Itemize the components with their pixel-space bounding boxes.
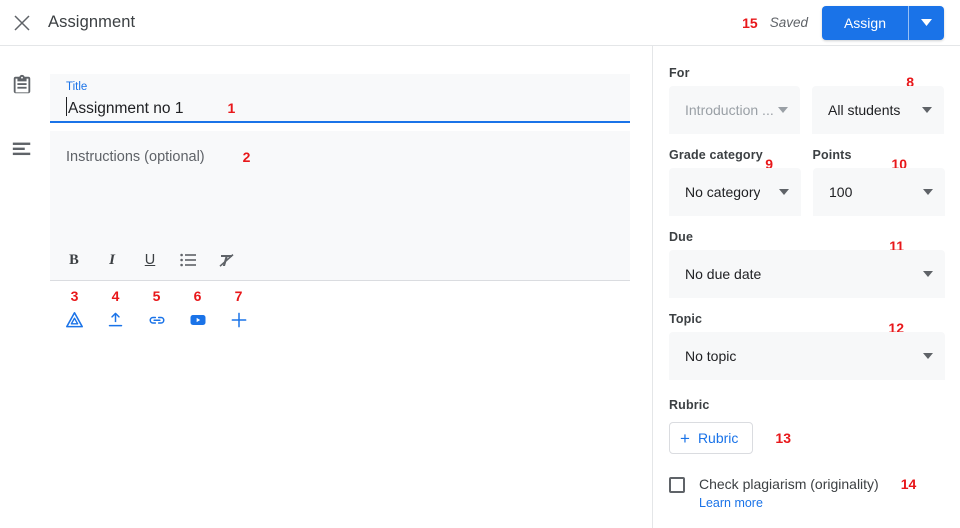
chevron-down-icon (923, 187, 933, 197)
description-lines-icon (12, 142, 31, 156)
topic-section: Topic 12 No topic (669, 312, 945, 380)
upload-file-button[interactable] (95, 305, 136, 335)
text-cursor (66, 97, 67, 116)
points-select[interactable]: 100 (813, 168, 945, 216)
chevron-down-icon (922, 105, 932, 115)
add-link-button[interactable] (136, 305, 177, 335)
instructions-field[interactable]: Instructions (optional) 2 B I U (50, 131, 630, 281)
underline-button[interactable]: U (138, 248, 162, 272)
sidebar-item-assignment[interactable] (11, 74, 33, 101)
plagiarism-section: Check plagiarism (originality) 14 Learn … (669, 476, 944, 512)
title-label: Title (66, 81, 88, 93)
title-input-value: Assignment no 1 (68, 100, 184, 117)
points-value: 100 (829, 184, 853, 200)
bold-button[interactable]: B (62, 248, 86, 272)
plus-icon (231, 312, 246, 328)
class-select[interactable]: Introduction ... (669, 86, 800, 134)
assign-button-group: Assign (821, 5, 944, 40)
link-icon (149, 316, 164, 324)
plus-icon: + (680, 428, 690, 448)
topic-value: No topic (685, 348, 737, 364)
top-app-bar: Assignment 15 Saved Assign (0, 0, 960, 46)
rubric-section: Rubric + Rubric 13 (669, 398, 944, 454)
due-date-select[interactable]: No due date (669, 250, 945, 298)
chevron-down-icon (923, 269, 933, 279)
top-bar-actions: 15 Saved Assign (742, 5, 960, 40)
instructions-placeholder: Instructions (optional) (66, 149, 205, 165)
grade-category-label: Grade category (669, 148, 763, 162)
attachment-markers: 3 4 5 6 7 (50, 288, 630, 304)
marker-3: 3 (70, 288, 79, 304)
google-drive-icon (66, 311, 83, 327)
marker-13: 13 (775, 430, 791, 446)
rich-text-toolbar: B I U (62, 248, 238, 272)
create-button[interactable] (218, 305, 259, 335)
upload-icon (108, 312, 123, 326)
close-button[interactable] (4, 5, 40, 41)
grading-section: Grade category Points 9 No category 10 1… (669, 148, 945, 216)
attachment-toolbar (50, 305, 630, 335)
assignment-form-main: Title Assignment no 1 1 Instructions (op… (44, 46, 652, 528)
add-rubric-button[interactable]: + Rubric (669, 422, 754, 454)
add-drive-button[interactable] (54, 305, 95, 335)
page-title: Assignment (48, 13, 136, 31)
marker-15: 15 (742, 14, 758, 31)
grade-category-select[interactable]: No category (669, 168, 801, 216)
clear-formatting-button[interactable] (214, 248, 238, 272)
chevron-down-icon (923, 351, 933, 361)
chevron-down-icon (779, 187, 789, 197)
marker-5: 5 (152, 288, 161, 304)
youtube-icon (190, 315, 205, 325)
saved-status: Saved (769, 15, 808, 30)
marker-6: 6 (193, 288, 202, 304)
marker-1: 1 (227, 100, 236, 116)
plagiarism-checkbox[interactable] (669, 477, 685, 493)
marker-2: 2 (242, 149, 251, 165)
list-icon (179, 253, 196, 267)
title-field[interactable]: Title Assignment no 1 1 (50, 74, 630, 123)
close-icon (14, 14, 30, 31)
plagiarism-label: Check plagiarism (originality) (699, 476, 879, 492)
marker-4: 4 (111, 288, 120, 304)
for-label: For (669, 66, 690, 80)
assign-button[interactable]: Assign (822, 6, 908, 40)
grade-category-value: No category (685, 184, 761, 200)
sidebar-item-description[interactable] (11, 139, 33, 164)
learn-more-link[interactable]: Learn more (699, 495, 763, 512)
italic-button[interactable]: I (100, 248, 124, 272)
class-select-value: Introduction ... (685, 102, 774, 118)
bulleted-list-button[interactable] (176, 248, 200, 272)
assignment-clipboard-icon (13, 74, 31, 94)
topic-select[interactable]: No topic (669, 332, 945, 380)
chevron-down-icon (921, 19, 932, 26)
assignment-settings-panel: For Introduction ... 8 All students Grad… (652, 46, 960, 528)
left-icon-rail (0, 46, 44, 528)
chevron-down-icon (778, 105, 788, 115)
points-label: Points (812, 148, 852, 162)
marker-7: 7 (234, 288, 243, 304)
for-section: For Introduction ... 8 All students (669, 66, 944, 134)
clear-format-icon (218, 253, 234, 267)
students-select[interactable]: All students (812, 86, 944, 134)
due-date-value: No due date (685, 266, 762, 282)
students-select-value: All students (828, 102, 901, 118)
marker-14: 14 (900, 476, 917, 492)
assign-menu-button[interactable] (908, 5, 944, 40)
add-youtube-button[interactable] (177, 305, 218, 335)
rubric-label: Rubric (669, 398, 710, 412)
add-rubric-label: Rubric (697, 430, 739, 446)
due-section: Due 11 No due date (669, 230, 945, 298)
